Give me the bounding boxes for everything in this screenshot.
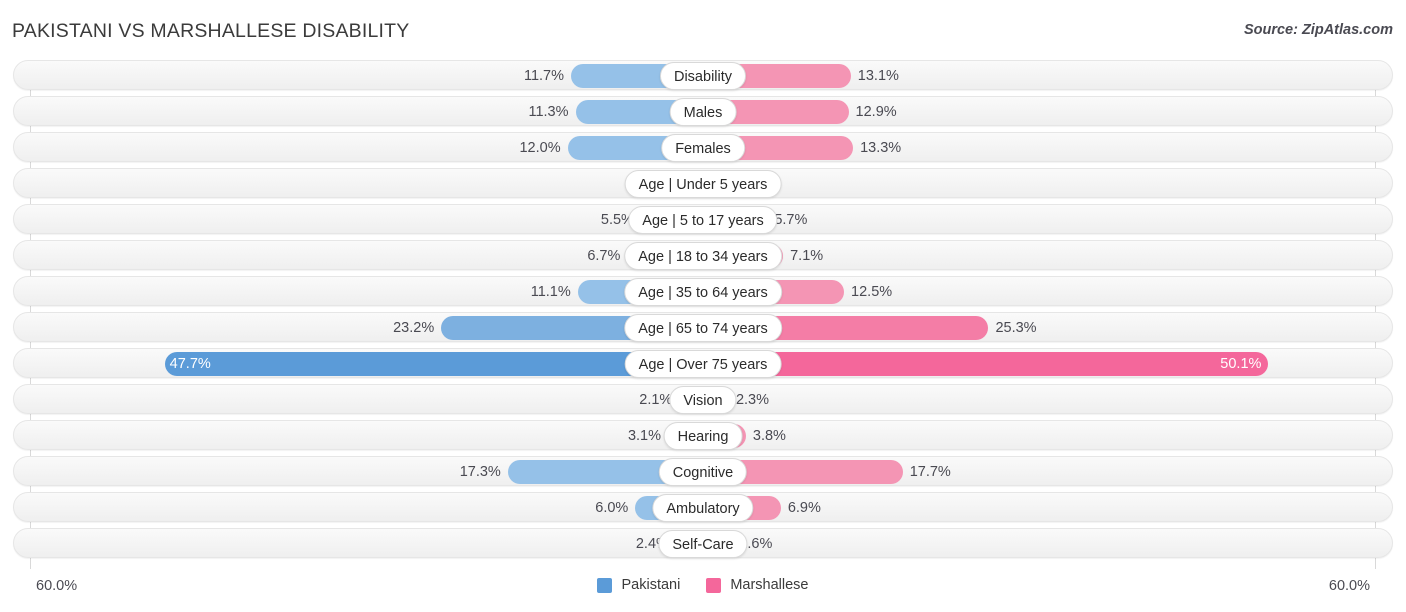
chart-row: 6.7% 7.1% Age | 18 to 34 years <box>13 240 1393 270</box>
bar-value-marshallese: 50.1% <box>1220 356 1262 372</box>
bar-value-marshallese: 7.1% <box>790 248 824 264</box>
bar-marshallese <box>703 352 1269 376</box>
bar-value-marshallese: 25.3% <box>995 320 1037 336</box>
chart-row: 11.3% 12.9% Males <box>13 96 1393 126</box>
legend-label: Pakistani <box>621 577 681 593</box>
chart-page: PAKISTANI VS MARSHALLESE DISABILITY Sour… <box>0 0 1406 612</box>
chart-row: 11.1% 12.5% Age | 35 to 64 years <box>13 276 1393 306</box>
bar-value-pakistani: 6.0% <box>595 500 629 516</box>
row-category-label: Age | 5 to 17 years <box>628 206 778 234</box>
chart-row: 47.7% 50.1% Age | Over 75 years <box>13 348 1393 378</box>
row-category-label: Age | Under 5 years <box>624 170 782 198</box>
chart-legend: Pakistani Marshallese <box>0 577 1406 593</box>
bar-value-pakistani: 2.1% <box>639 392 673 408</box>
row-category-label: Age | Over 75 years <box>624 350 782 378</box>
chart-header: PAKISTANI VS MARSHALLESE DISABILITY Sour… <box>0 0 1406 60</box>
bar-value-marshallese: 3.8% <box>752 428 786 444</box>
bar-value-marshallese: 2.3% <box>735 392 769 408</box>
bar-value-pakistani: 23.2% <box>393 320 435 336</box>
bar-value-pakistani: 47.7% <box>169 356 211 372</box>
chart-row: 12.0% 13.3% Females <box>13 132 1393 162</box>
bar-value-marshallese: 6.9% <box>787 500 821 516</box>
chart-plot-area: 11.7% 13.1% Disability 11.3% 12.9% Males 12.0%… <box>0 60 1406 570</box>
bar-value-marshallese: 12.5% <box>851 284 893 300</box>
chart-row: 17.3% 17.7% Cognitive <box>13 456 1393 486</box>
chart-row: 2.4% 2.6% Self-Care <box>13 528 1393 558</box>
bar-value-marshallese: 12.9% <box>855 104 897 120</box>
source-attribution: Source: ZipAtlas.com <box>1243 22 1393 38</box>
bar-value-pakistani: 11.1% <box>530 284 571 300</box>
row-category-label: Females <box>661 134 745 162</box>
bar-value-pakistani: 6.7% <box>587 248 621 264</box>
bar-pakistani <box>164 352 703 376</box>
legend-item[interactable]: Pakistani <box>597 577 680 593</box>
row-category-label: Age | 18 to 34 years <box>624 242 782 270</box>
bar-value-pakistani: 3.1% <box>627 428 662 444</box>
bar-value-pakistani: 12.0% <box>519 140 561 156</box>
bar-value-pakistani: 11.7% <box>523 68 564 84</box>
row-category-label: Age | 35 to 64 years <box>624 278 782 306</box>
bar-value-marshallese: 5.7% <box>774 212 808 228</box>
bar-value-pakistani: 17.3% <box>459 464 501 480</box>
chart-row: 6.0% 6.9% Ambulatory <box>13 492 1393 522</box>
row-category-label: Disability <box>659 62 747 90</box>
chart-row: 3.1% 3.8% Hearing <box>13 420 1393 450</box>
row-category-label: Cognitive <box>658 458 748 486</box>
legend-swatch-icon <box>706 577 722 593</box>
page-title: PAKISTANI VS MARSHALLESE DISABILITY <box>12 20 410 42</box>
chart-row: 2.1% 2.3% Vision <box>13 384 1393 414</box>
chart-row: 11.7% 13.1% Disability <box>13 60 1393 90</box>
row-category-label: Self-Care <box>658 530 748 558</box>
bar-value-marshallese: 17.7% <box>909 464 951 480</box>
chart-row: 1.3%0.94%Age | Under 5 years <box>13 168 1393 198</box>
chart-rows: 11.7% 13.1% Disability 11.3% 12.9% Males 12.0%… <box>0 60 1406 564</box>
legend-label: Marshallese <box>730 577 809 593</box>
row-category-label: Vision <box>669 386 737 414</box>
chart-row: 5.5% 5.7% Age | 5 to 17 years <box>13 204 1393 234</box>
row-category-label: Hearing <box>663 422 743 450</box>
bar-value-marshallese: 13.3% <box>860 140 902 156</box>
legend-swatch-icon <box>597 577 613 593</box>
bar-value-marshallese: 13.1% <box>857 68 899 84</box>
legend-item[interactable]: Marshallese <box>706 577 809 593</box>
chart-footer: 60.0% 60.0% Pakistani Marshallese <box>0 572 1406 612</box>
row-category-label: Age | 65 to 74 years <box>624 314 782 342</box>
bar-value-pakistani: 11.3% <box>528 104 569 120</box>
row-category-label: Males <box>669 98 737 126</box>
row-category-label: Ambulatory <box>652 494 754 522</box>
chart-row: 23.2% 25.3% Age | 65 to 74 years <box>13 312 1393 342</box>
